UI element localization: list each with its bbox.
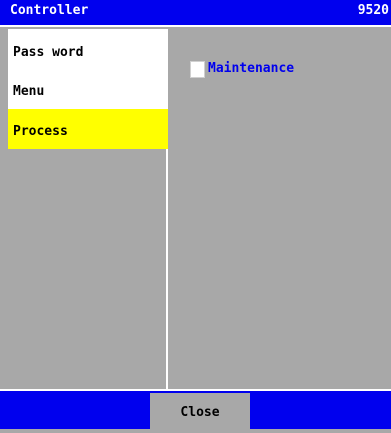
controller-code: 9520: [357, 3, 389, 18]
main-panel: Maintenance: [168, 29, 391, 389]
left-frame: [0, 27, 8, 389]
window-title: Controller: [10, 3, 89, 18]
footer-bar: Close: [0, 389, 391, 433]
maintenance-option[interactable]: Maintenance: [190, 61, 294, 79]
sidebar-item-password[interactable]: Pass word: [8, 29, 168, 69]
title-bar: Controller 9520: [0, 0, 391, 27]
sidebar-item-label: Menu: [13, 84, 45, 99]
sidebar-item-label: Process: [13, 124, 68, 139]
sidebar-item-menu[interactable]: Menu: [8, 69, 168, 109]
close-button[interactable]: Close: [150, 393, 250, 433]
maintenance-checkbox[interactable]: [190, 61, 205, 78]
sidebar: Pass word Menu Process: [8, 29, 168, 389]
controller-screen: Controller 9520 Pass word Menu Process M…: [0, 0, 391, 433]
sidebar-item-label: Pass word: [13, 45, 84, 60]
sidebar-item-process[interactable]: Process: [8, 109, 168, 149]
maintenance-label: Maintenance: [208, 61, 295, 76]
